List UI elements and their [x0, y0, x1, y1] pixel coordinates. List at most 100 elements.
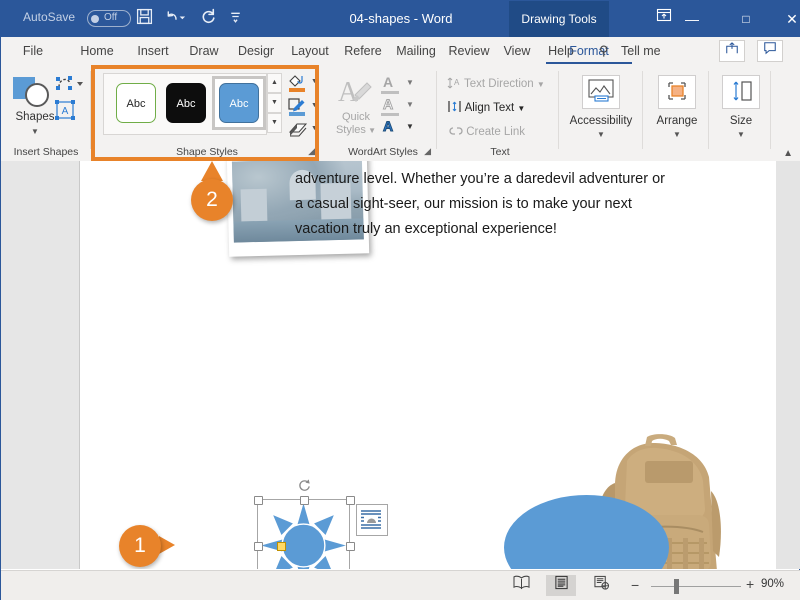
maximize-icon[interactable]: □	[723, 1, 769, 37]
text-fill-color-bar	[381, 91, 399, 94]
tab-home[interactable]: Home	[67, 37, 127, 65]
close-icon[interactable]: ✕	[769, 1, 800, 37]
resize-handle-nw[interactable]	[254, 496, 263, 505]
group-label-wordart-styles: WordArt Styles	[348, 146, 418, 158]
shapes-dropdown-caret-icon[interactable]: ▼	[5, 127, 65, 136]
align-text-button[interactable]: Align Text ▼	[447, 97, 525, 119]
shape-outline-icon[interactable]: ▼	[287, 97, 327, 118]
contextual-tab-drawing-tools[interactable]: Drawing Tools	[509, 1, 609, 37]
document-body-text[interactable]: adventure level. Whether you’re a darede…	[295, 167, 665, 242]
document-page[interactable]: adventure level. Whether you’re a darede…	[80, 161, 776, 569]
tab-design[interactable]: Desigr	[229, 37, 283, 65]
tab-mailings[interactable]: Mailing	[389, 37, 443, 65]
share-icon[interactable]	[719, 40, 745, 62]
group-text: A Text Direction ▼ Align Text ▼ Create L…	[441, 65, 559, 161]
ribbon: Shapes ▼ A Insert Shapes Abc Abc Abc ▲ ▼…	[1, 65, 800, 162]
callout-2: 2	[191, 179, 233, 221]
tell-me-box[interactable]: ⚲ Tell me	[599, 37, 661, 65]
arrange-caret-icon[interactable]: ▼	[641, 130, 713, 139]
dialog-launcher-icon[interactable]: ◢	[308, 146, 315, 157]
text-direction-caret-icon[interactable]: ▼	[537, 80, 545, 89]
resize-handle-w[interactable]	[254, 542, 263, 551]
web-layout-icon[interactable]	[586, 575, 616, 596]
scroll-down-icon[interactable]: ▼	[267, 93, 282, 113]
group-label-insert-shapes: Insert Shapes	[13, 146, 79, 158]
title-bar: AutoSave Off 04-shapes - Word Drawing To…	[1, 1, 800, 37]
tab-layout[interactable]: Layout	[283, 37, 337, 65]
accessibility-label: Accessibility	[569, 115, 633, 127]
shapes-icon[interactable]	[13, 75, 57, 109]
search-icon: ⚲	[599, 43, 609, 58]
dialog-launcher-icon[interactable]: ◢	[424, 146, 431, 157]
more-styles-icon[interactable]: ▼	[267, 113, 282, 133]
quick-styles-caret-icon[interactable]: ▼	[366, 126, 376, 135]
zoom-slider-thumb[interactable]	[674, 579, 679, 594]
tab-file[interactable]: File	[9, 37, 57, 65]
zoom-in-button[interactable]: +	[746, 576, 754, 592]
text-direction-label: Text Direction	[464, 78, 534, 90]
resize-handle-e[interactable]	[346, 542, 355, 551]
shape-effects-caret-icon[interactable]: ▼	[311, 125, 318, 132]
align-text-caret-icon[interactable]: ▼	[517, 104, 525, 113]
tab-insert[interactable]: Insert	[127, 37, 179, 65]
shape-fill-icon[interactable]: ▼	[287, 73, 327, 94]
create-link-label: Create Link	[466, 126, 526, 138]
group-label-shape-styles: Shape Styles	[176, 146, 238, 158]
print-layout-icon[interactable]	[546, 575, 576, 596]
tab-review[interactable]: Review	[443, 37, 495, 65]
text-fill-icon[interactable]: A ▼	[379, 73, 419, 95]
text-effects-icon[interactable]: A ▼	[379, 117, 419, 139]
text-effects-caret-icon[interactable]: ▼	[406, 122, 414, 131]
resize-handle-ne[interactable]	[346, 496, 355, 505]
8-point-star-shape[interactable]	[257, 499, 350, 569]
svg-text:A: A	[62, 106, 69, 117]
text-fill-caret-icon[interactable]: ▼	[406, 78, 414, 87]
size-caret-icon[interactable]: ▼	[705, 130, 777, 139]
group-wordart-styles: A Quick Styles ▼ A ▼ A ▼ A ▼ WordArt Sty…	[329, 65, 437, 161]
text-direction-button[interactable]: A Text Direction ▼	[447, 73, 545, 95]
group-divider	[770, 71, 771, 149]
draw-text-box-icon[interactable]: A	[53, 99, 79, 121]
zoom-out-button[interactable]: −	[631, 577, 639, 593]
vertical-scrollbar[interactable]	[776, 161, 800, 569]
text-outline-icon[interactable]: A ▼	[379, 95, 419, 117]
accessibility-caret-icon[interactable]: ▼	[565, 130, 637, 139]
shape-style-thumb-2[interactable]: Abc	[166, 83, 206, 123]
document-area: adventure level. Whether you’re a darede…	[1, 161, 800, 569]
shape-adjust-handle[interactable]	[277, 542, 286, 551]
edit-shape-icon[interactable]	[53, 73, 83, 95]
tab-references[interactable]: Refere	[337, 37, 389, 65]
ribbon-tab-strip: File Home Insert Draw Desigr Layout Refe…	[1, 37, 800, 65]
callout-1-tail	[159, 536, 175, 554]
shape-styles-scroll: ▲ ▼ ▼	[267, 73, 282, 135]
arrange-button[interactable]: Arrange ▼	[641, 71, 713, 151]
photo-building-left	[240, 188, 268, 223]
svg-text:A: A	[338, 77, 359, 108]
comments-icon[interactable]	[757, 40, 783, 62]
shape-outline-caret-icon[interactable]: ▼	[311, 102, 318, 109]
text-outline-caret-icon[interactable]: ▼	[406, 100, 414, 109]
scroll-up-icon[interactable]: ▲	[267, 73, 282, 93]
minimize-icon[interactable]: —	[669, 1, 715, 37]
shape-styles-gallery[interactable]: Abc Abc Abc	[103, 73, 267, 135]
check-accessibility-button[interactable]: Accessibility ▼	[565, 71, 637, 151]
shape-style-thumb-3[interactable]: Abc	[219, 83, 259, 123]
read-mode-icon[interactable]	[506, 575, 536, 596]
shape-fill-caret-icon[interactable]: ▼	[311, 78, 318, 85]
group-insert-shapes: Shapes ▼ A Insert Shapes	[1, 65, 91, 161]
shape-style-thumb-1[interactable]: Abc	[116, 83, 156, 123]
zoom-level-label[interactable]: 90%	[761, 578, 784, 590]
star-shape-selection[interactable]	[254, 479, 355, 569]
svg-text:A: A	[454, 78, 460, 87]
text-outline-glyph: A	[382, 96, 394, 113]
shape-effects-icon[interactable]: ▼	[287, 121, 327, 142]
tab-draw[interactable]: Draw	[179, 37, 229, 65]
size-button[interactable]: Size ▼	[705, 71, 777, 151]
layout-options-icon[interactable]	[356, 504, 388, 536]
create-link-button[interactable]: Create Link	[447, 121, 525, 143]
rotate-handle-icon[interactable]	[297, 477, 312, 492]
zoom-slider-track[interactable]	[651, 586, 741, 587]
resize-handle-n[interactable]	[300, 496, 309, 505]
status-bar: − + 90%	[1, 570, 800, 600]
collapse-ribbon-icon[interactable]: ▲	[783, 148, 793, 159]
